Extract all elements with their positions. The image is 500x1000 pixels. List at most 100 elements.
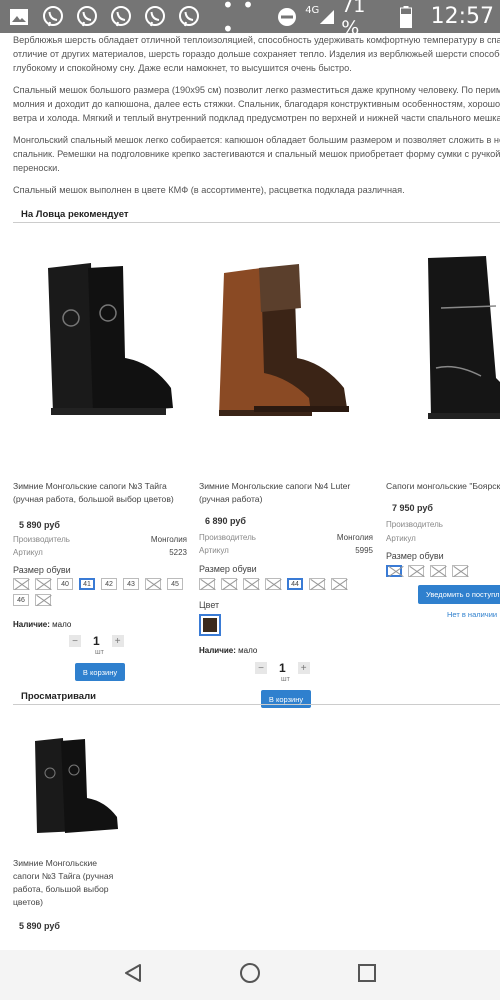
size-option[interactable]: [145, 578, 161, 590]
network-type: 4G: [305, 5, 320, 16]
size-option[interactable]: 44: [287, 578, 303, 590]
product-maker-row: Производитель Монголия: [13, 535, 187, 544]
notify-button[interactable]: Уведомить о поступл: [418, 585, 500, 604]
color-swatch[interactable]: [199, 614, 221, 636]
size-option[interactable]: [408, 565, 424, 577]
maker-label: Производитель: [13, 535, 70, 544]
battery-icon: [394, 4, 419, 30]
size-label: Размер обуви: [386, 551, 444, 561]
description-line: ветра и холода. Мягкий и теплый внутренн…: [13, 113, 500, 123]
product-name-line: Зимние Монгольские сапоги №4 Luter: [199, 481, 351, 491]
product-image[interactable]: [386, 248, 500, 423]
description-line: Спальный мешок большого размера (190х95 …: [13, 85, 500, 95]
back-icon[interactable]: [122, 962, 144, 989]
size-option[interactable]: [386, 565, 402, 577]
section-divider: [13, 222, 500, 223]
stock-value: мало: [52, 620, 72, 629]
product-name-line: работа, большой выбор: [13, 884, 109, 894]
product-sku-row: Артикул: [386, 534, 500, 543]
product-image[interactable]: [13, 733, 123, 838]
product-name[interactable]: Зимние Монгольские сапоги №4 Luter (ручн…: [199, 480, 350, 506]
no-stock-link[interactable]: Нет в наличии: [447, 610, 497, 619]
product-name[interactable]: Зимние Монгольские сапоги №3 Тайга (ручн…: [13, 857, 113, 909]
viber-icon: [40, 4, 66, 30]
stock-value: мало: [238, 646, 258, 655]
sku-value: 5995: [355, 546, 373, 555]
navigation-bar: [0, 950, 500, 1000]
viewed-section-title: Просматривали: [21, 691, 96, 702]
do-not-disturb-icon: [274, 4, 299, 30]
product-sku-row: Артикул 5995: [199, 546, 373, 555]
color-label: Цвет: [199, 600, 220, 610]
size-option[interactable]: [35, 578, 51, 590]
description-line: Монгольский спальный мешок легко собирае…: [13, 135, 500, 145]
size-option[interactable]: [199, 578, 215, 590]
quantity-value[interactable]: 1: [93, 634, 100, 648]
quantity-stepper: − 1 +: [255, 661, 310, 675]
product-image[interactable]: [13, 248, 193, 423]
decrement-button[interactable]: −: [255, 662, 267, 674]
description-line: молния и доходит до капюшона, далее есть…: [13, 99, 500, 109]
size-options: 44: [199, 578, 369, 590]
quantity-stepper: − 1 +: [69, 634, 124, 648]
sku-label: Артикул: [199, 546, 229, 555]
product-card: Зимние Монгольские сапоги №3 Тайга (ручн…: [13, 248, 193, 681]
maker-label: Производитель: [386, 520, 443, 529]
size-option[interactable]: [331, 578, 347, 590]
size-option[interactable]: [221, 578, 237, 590]
size-option[interactable]: 46: [13, 594, 29, 606]
add-to-cart-button[interactable]: В корзину: [75, 663, 125, 681]
size-options: 40 41 42 43 45 46: [13, 578, 183, 606]
quantity-unit: шт: [281, 676, 290, 683]
recents-icon[interactable]: [356, 962, 378, 989]
increment-button[interactable]: +: [111, 635, 124, 647]
status-bar: • • • 4G 71 % 12:57: [0, 0, 500, 41]
product-name[interactable]: Сапоги монгольские "Боярск: [386, 480, 500, 493]
product-image[interactable]: [199, 248, 379, 423]
viber-icon: [108, 4, 134, 30]
maker-label: Производитель: [199, 533, 256, 542]
size-option[interactable]: [452, 565, 468, 577]
size-option[interactable]: [35, 594, 51, 606]
size-option[interactable]: 42: [101, 578, 117, 590]
stock-label: Наличие:: [13, 620, 50, 629]
size-option[interactable]: [309, 578, 325, 590]
size-label: Размер обуви: [199, 564, 257, 574]
viber-icon: [176, 4, 202, 30]
image-icon: [6, 4, 32, 30]
decrement-button[interactable]: −: [69, 635, 81, 647]
sku-value: 5223: [169, 548, 187, 557]
size-option[interactable]: [243, 578, 259, 590]
description-line: глубокому и спокойному сну. Даже если на…: [13, 63, 352, 73]
product-description: Верблюжья шерсть обладает отличной тепло…: [13, 33, 500, 205]
product-name-line: Зимние Монгольские: [13, 858, 98, 868]
description-line: переноски.: [13, 163, 60, 173]
size-option[interactable]: 40: [57, 578, 73, 590]
quantity-value[interactable]: 1: [279, 661, 286, 675]
size-option[interactable]: 43: [123, 578, 139, 590]
product-name[interactable]: Зимние Монгольские сапоги №3 Тайга (ручн…: [13, 480, 174, 506]
product-price: 5 890 руб: [19, 921, 60, 931]
add-to-cart-button[interactable]: В корзину: [261, 690, 311, 708]
size-option[interactable]: [13, 578, 29, 590]
signal-icon: 4G: [305, 4, 335, 30]
recommend-section-title: На Ловца рекомендует: [21, 209, 129, 220]
product-price: 7 950 руб: [392, 503, 433, 513]
product-maker-row: Производитель: [386, 520, 500, 529]
stock-label: Наличие:: [199, 646, 236, 655]
page-content: Верблюжья шерсть обладает отличной тепло…: [0, 33, 500, 950]
product-price: 5 890 руб: [19, 520, 60, 530]
viber-icon: [142, 4, 168, 30]
size-option[interactable]: 41: [79, 578, 95, 590]
size-label: Размер обуви: [13, 565, 71, 575]
maker-value: Монголия: [336, 533, 373, 542]
increment-button[interactable]: +: [297, 662, 310, 674]
product-name-line: (ручная работа, большой выбор цветов): [13, 494, 174, 504]
section-divider: [13, 704, 500, 705]
size-option[interactable]: [265, 578, 281, 590]
home-icon[interactable]: [238, 961, 262, 990]
size-option[interactable]: 45: [167, 578, 183, 590]
size-option[interactable]: [430, 565, 446, 577]
viber-icon: [74, 4, 100, 30]
product-name-line: (ручная работа): [199, 494, 263, 504]
